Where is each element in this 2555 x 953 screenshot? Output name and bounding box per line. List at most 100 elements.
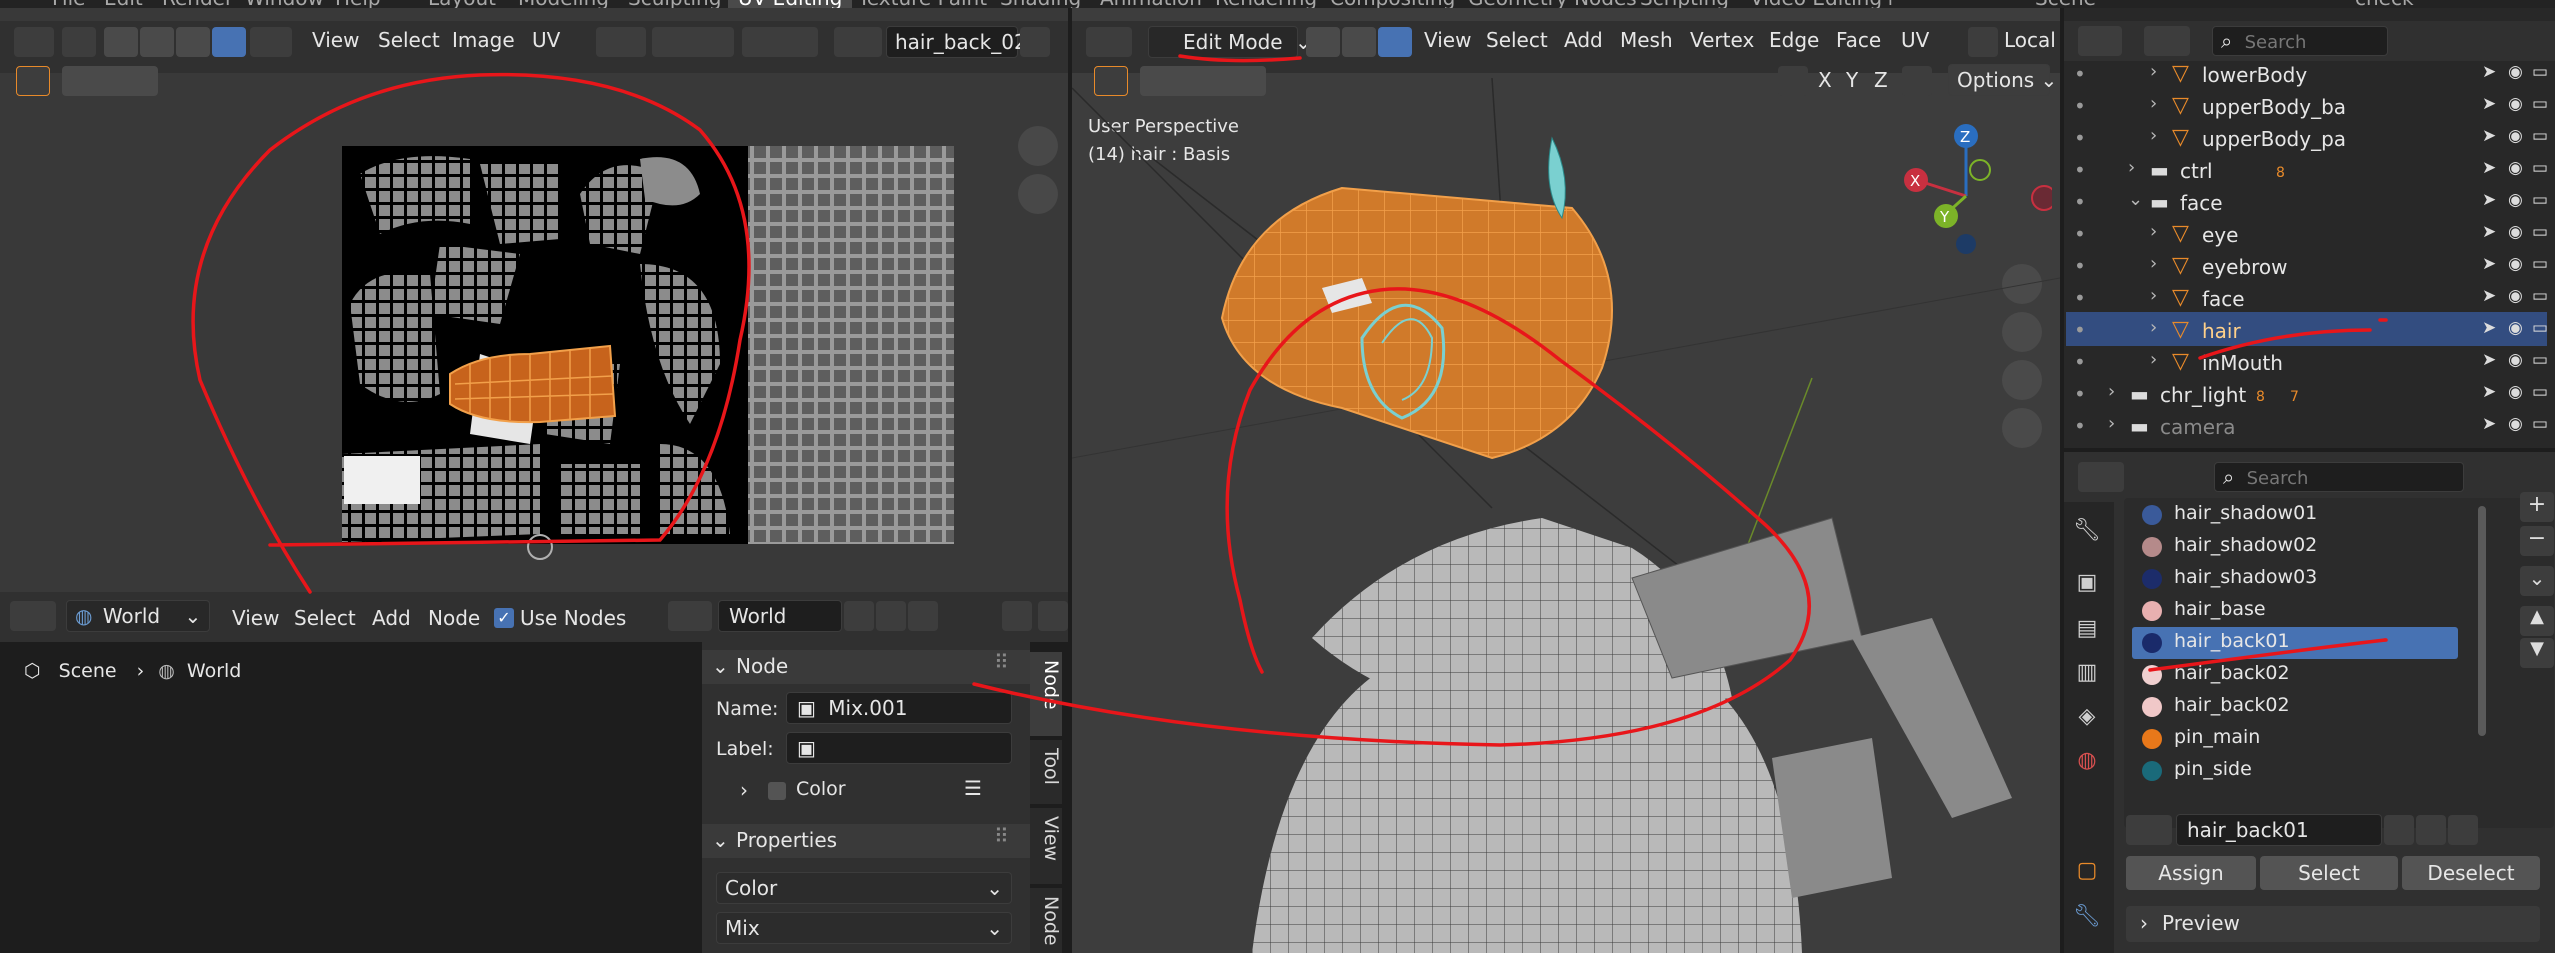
slot-specials-button[interactable]: ⌄ [2520, 566, 2554, 596]
menu-file[interactable]: File [52, 0, 85, 8]
eye-icon[interactable]: ◉ [2508, 190, 2523, 210]
uv-canvas[interactable] [0, 64, 1068, 592]
eye-icon[interactable]: ◉ [2508, 254, 2523, 274]
uv-menu-view[interactable]: View [312, 28, 359, 52]
material-slot[interactable]: hair_base [2130, 594, 2458, 626]
eye-icon[interactable]: ◉ [2508, 350, 2523, 370]
link-mode-icon[interactable] [2492, 815, 2536, 845]
properties-editor-type-icon[interactable] [2078, 462, 2124, 492]
outliner-row[interactable]: •›▽hair➤◉▭◙ [2066, 315, 2555, 347]
monitor-icon[interactable]: ▭ [2532, 382, 2548, 402]
outliner-row[interactable]: •›▬camera➤◉▭◙ [2066, 411, 2555, 443]
material-browse-icon[interactable] [2126, 815, 2172, 845]
menu-render[interactable]: Render [162, 0, 233, 8]
parent-node-tree-icon[interactable] [1002, 601, 1032, 631]
deselect-button[interactable]: Deselect [2402, 856, 2540, 890]
select-arrow-icon[interactable]: ➤ [2482, 62, 2496, 82]
pin-icon[interactable] [946, 601, 980, 631]
material-slot[interactable]: pin_main [2130, 722, 2458, 754]
expand-chevron-icon[interactable]: › [2150, 349, 2157, 370]
mode-dropdown[interactable]: Edit Mode ⌄ [1148, 26, 1312, 58]
node-name-field[interactable]: ▣ Mix.001 [786, 692, 1012, 724]
select-arrow-icon[interactable]: ➤ [2482, 126, 2496, 146]
expand-chevron-icon[interactable]: › [2108, 413, 2115, 434]
snap-icon[interactable] [652, 27, 734, 57]
node-panel-header[interactable]: ⌄ Node ⠿ [702, 650, 1030, 684]
move-slot-down-button[interactable]: ▼ [2520, 638, 2554, 668]
move-slot-up-button[interactable]: ▲ [2520, 606, 2554, 636]
viewport-menu-uv[interactable]: UV [1901, 28, 1929, 52]
outliner-row[interactable]: •›▽face➤◉▭◙ [2066, 283, 2555, 315]
monitor-icon[interactable]: ▭ [2532, 158, 2548, 178]
monitor-icon[interactable]: ▭ [2532, 414, 2548, 434]
vertex-select-icon[interactable] [104, 27, 138, 57]
select-arrow-icon[interactable]: ➤ [2482, 318, 2496, 338]
output-icon[interactable]: ▤ [2072, 616, 2102, 646]
scene-selector[interactable]: Scene [2035, 0, 2096, 8]
view-layer-selector[interactable]: check [2355, 0, 2414, 8]
orientation-icon[interactable] [1968, 27, 1998, 57]
vertex-mode-icon[interactable] [1306, 27, 1340, 57]
uv-menu-select[interactable]: Select [378, 28, 440, 52]
drag-handle-icon[interactable]: ⠿ [994, 824, 1009, 848]
expand-chevron-icon[interactable]: ⌄ [2128, 189, 2143, 210]
uv-editor-type-icon[interactable] [14, 27, 54, 57]
tab-view[interactable]: View [1030, 808, 1062, 884]
assign-button[interactable]: Assign [2126, 856, 2256, 890]
view-layer-icon[interactable]: ▥ [2072, 660, 2102, 690]
use-nodes-label[interactable]: Use Nodes [520, 606, 626, 630]
menu-window[interactable]: Window [245, 0, 324, 8]
scene-icon[interactable]: ◈ [2072, 704, 2102, 734]
outliner-row[interactable]: •›▽eyebrow➤◉▭◙ [2066, 251, 2555, 283]
monitor-icon[interactable]: ▭ [2532, 286, 2548, 306]
filter-icon[interactable] [2464, 26, 2504, 56]
proportional-edit-icon[interactable] [742, 27, 818, 57]
monitor-icon[interactable]: ▭ [2532, 318, 2548, 338]
uv-menu-uv[interactable]: UV [532, 28, 560, 52]
blend-type-dropdown[interactable]: Color ⌄ [716, 872, 1012, 904]
expand-chevron-icon[interactable]: › [2150, 285, 2157, 306]
eye-icon[interactable]: ◉ [2508, 158, 2523, 178]
fake-user-icon[interactable] [1020, 27, 1050, 57]
tab-node-presets[interactable]: Node Pre [1030, 888, 1062, 953]
eye-icon[interactable]: ◉ [2508, 222, 2523, 242]
eye-icon[interactable]: ◉ [2508, 62, 2523, 82]
image-browse-icon[interactable] [834, 27, 882, 57]
material-slot[interactable]: hair_back02 [2130, 690, 2458, 722]
mix-mode-dropdown[interactable]: Mix ⌄ [716, 912, 1012, 944]
material-list-scrollbar[interactable] [2478, 506, 2486, 736]
monitor-icon[interactable]: ▭ [2532, 254, 2548, 274]
pivot-icon[interactable] [596, 27, 646, 57]
color-checkbox[interactable] [768, 782, 786, 800]
viewport-menu-view[interactable]: View [1424, 28, 1471, 52]
tab-node[interactable]: Node [1030, 652, 1062, 736]
material-slot[interactable]: hair_shadow01 [2130, 498, 2458, 530]
viewport-menu-edge[interactable]: Edge [1769, 28, 1819, 52]
select-arrow-icon[interactable]: ➤ [2482, 94, 2496, 114]
tab-layout[interactable]: Layout [428, 0, 496, 8]
add-slot-button[interactable]: + [2520, 492, 2554, 522]
menu-help[interactable]: Help [335, 0, 381, 8]
expand-chevron-icon[interactable]: › [2150, 125, 2157, 146]
face-mode-icon[interactable] [1378, 27, 1412, 57]
tool-icon[interactable]: 🔧︎ [2072, 518, 2102, 548]
eye-icon[interactable]: ◉ [2508, 126, 2523, 146]
shader-type-dropdown[interactable]: ◍ World ⌄ [66, 600, 210, 632]
material-slot[interactable]: hair_shadow02 [2130, 530, 2458, 562]
monitor-icon[interactable]: ▭ [2532, 126, 2548, 146]
sync-selection-icon[interactable] [62, 27, 96, 57]
select-arrow-icon[interactable]: ➤ [2482, 190, 2496, 210]
breadcrumb-world[interactable]: World [187, 660, 241, 682]
unlink-material-icon[interactable] [2448, 815, 2478, 845]
select-arrow-icon[interactable]: ➤ [2482, 254, 2496, 274]
expand-chevron-icon[interactable]: › [2150, 93, 2157, 114]
select-arrow-icon[interactable]: ➤ [2482, 414, 2496, 434]
object-icon[interactable]: ▢ [2072, 858, 2102, 888]
tab-scripting[interactable]: Scripting [1640, 0, 1729, 8]
monitor-icon[interactable]: ▭ [2532, 190, 2548, 210]
duplicate-material-icon[interactable] [2416, 815, 2446, 845]
select-arrow-icon[interactable]: ➤ [2482, 286, 2496, 306]
outliner-search-input[interactable]: ⌕ Search [2212, 26, 2388, 56]
select-arrow-icon[interactable]: ➤ [2482, 382, 2496, 402]
viewport-scene[interactable] [1072, 78, 2060, 953]
